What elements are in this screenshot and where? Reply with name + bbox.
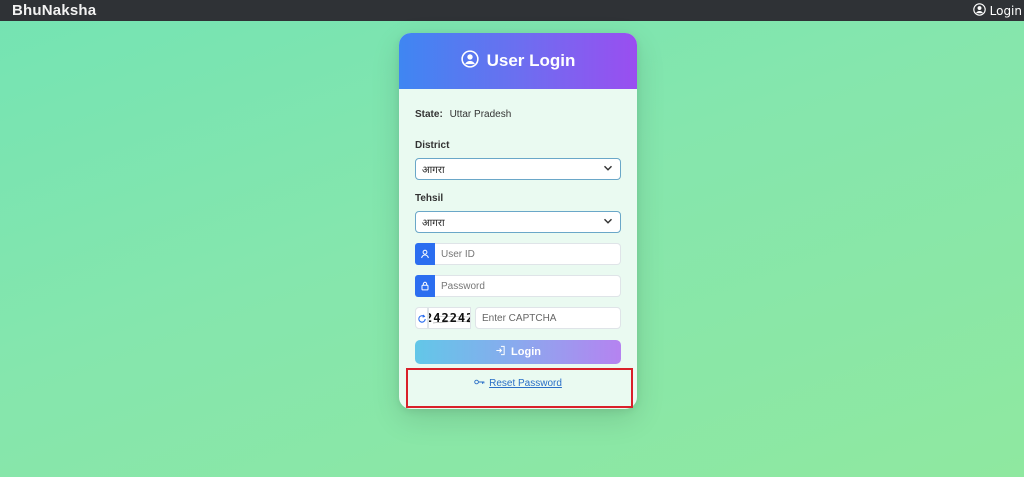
tehsil-selected-value: आगरा	[422, 218, 445, 229]
top-login-link[interactable]: Login	[972, 2, 1024, 19]
userid-group	[415, 243, 621, 265]
reset-password-link[interactable]: Reset Password	[399, 378, 637, 389]
user-icon	[415, 243, 435, 265]
login-card-header: User Login	[399, 33, 637, 89]
chevron-down-icon	[603, 163, 613, 176]
district-selected-value: आगरा	[422, 165, 445, 176]
login-button[interactable]: Login	[415, 340, 621, 364]
tehsil-label: Tehsil	[415, 193, 444, 204]
user-circle-icon	[460, 50, 479, 72]
district-select[interactable]: आगरा	[415, 158, 621, 180]
user-circle-icon	[972, 2, 986, 19]
login-button-label: Login	[511, 346, 541, 358]
top-navbar: BhuNaksha Login	[0, 0, 1024, 21]
tehsil-select[interactable]: आगरा	[415, 211, 621, 233]
chevron-down-icon	[603, 216, 613, 229]
captcha-image: 242242	[428, 307, 471, 329]
state-value: Uttar Pradesh	[449, 109, 512, 120]
login-card-title: User Login	[486, 51, 576, 70]
district-label: District	[415, 140, 450, 151]
refresh-icon	[417, 309, 427, 328]
key-icon	[474, 378, 485, 389]
password-input[interactable]	[435, 275, 621, 297]
captcha-input[interactable]	[475, 307, 621, 329]
state-label: State:	[415, 109, 443, 120]
password-group	[415, 275, 621, 297]
captcha-row: 242242	[415, 307, 621, 329]
userid-input[interactable]	[435, 243, 621, 265]
top-login-label: Login	[989, 3, 1022, 18]
lock-icon	[415, 275, 435, 297]
login-card: User Login State: Uttar Pradesh District…	[399, 33, 637, 409]
captcha-refresh-button[interactable]	[415, 307, 429, 329]
brand-logo[interactable]: BhuNaksha	[12, 2, 96, 19]
sign-in-icon	[495, 345, 506, 359]
state-row: State: Uttar Pradesh	[415, 109, 511, 120]
captcha-code: 242242	[429, 311, 470, 325]
reset-password-label: Reset Password	[489, 378, 562, 389]
